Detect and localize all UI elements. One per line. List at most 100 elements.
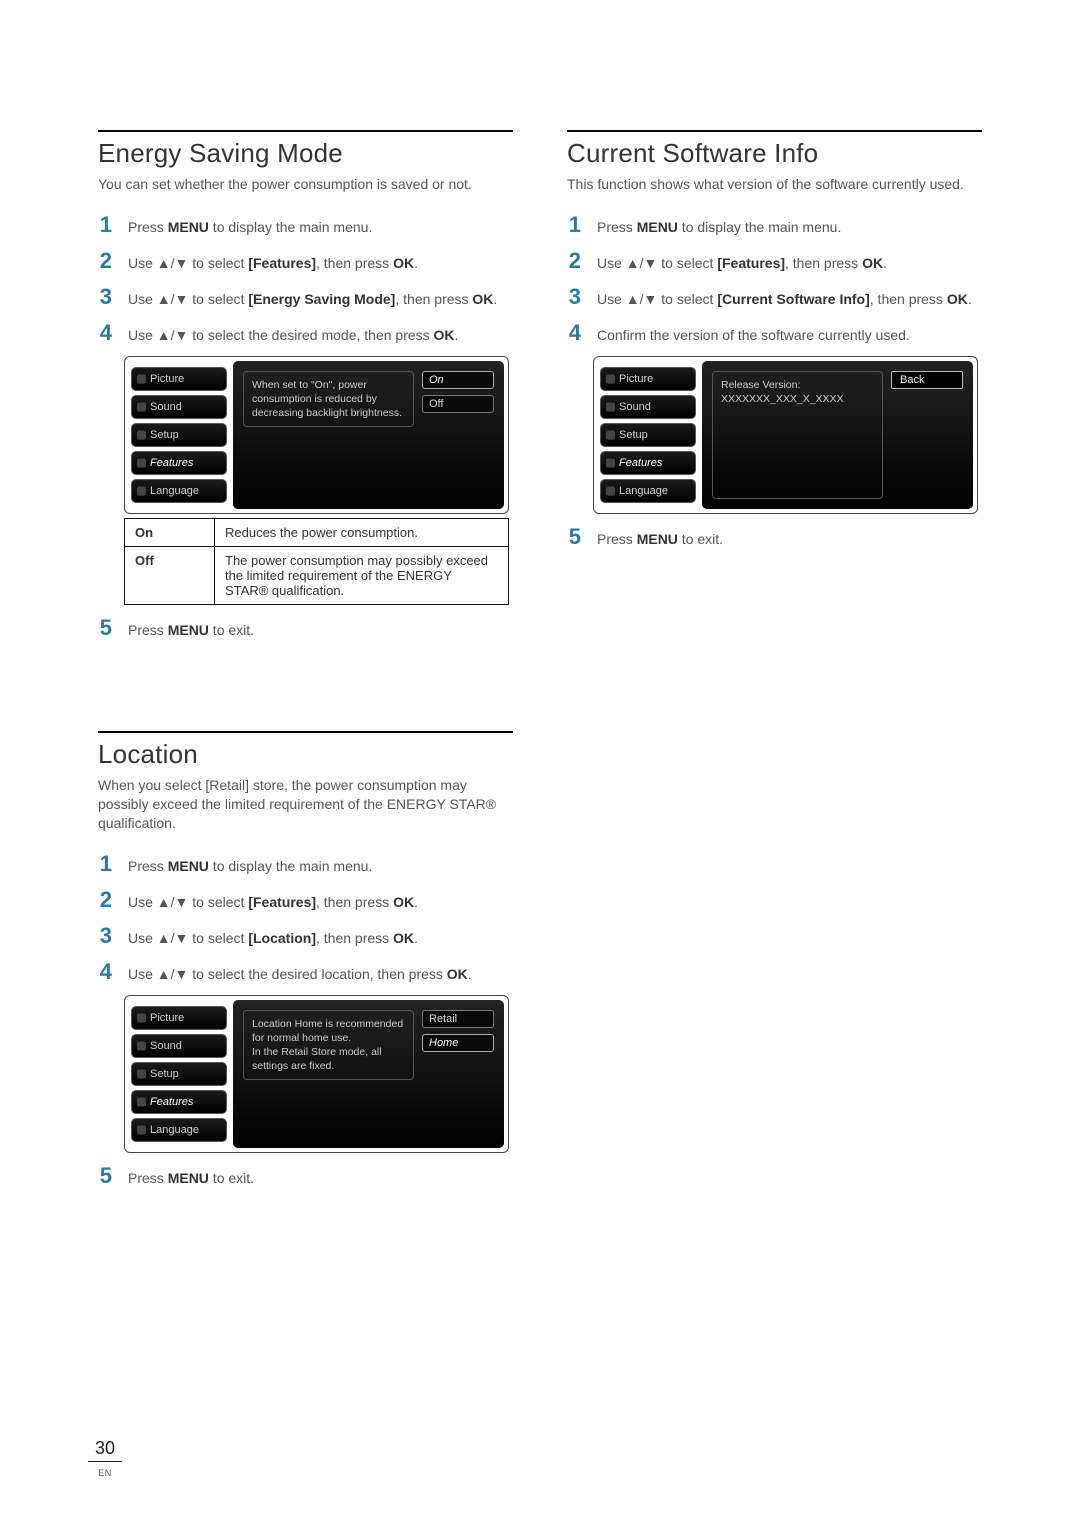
step-text: Press MENU to display the main menu. bbox=[597, 218, 841, 237]
features-kw: [Features] bbox=[248, 894, 316, 910]
menu-item-features[interactable]: Features bbox=[131, 1090, 227, 1114]
steps-energy: 1 Press MENU to display the main menu. 2… bbox=[98, 212, 513, 346]
ok-kw: OK bbox=[862, 255, 883, 271]
step-text: Use ▲/▼ to select [Current Software Info… bbox=[597, 290, 972, 309]
section-intro-csi: This function shows what version of the … bbox=[567, 175, 982, 194]
menu-item-sound[interactable]: Sound bbox=[600, 395, 696, 419]
square-icon bbox=[137, 1097, 146, 1106]
step-num: 4 bbox=[567, 320, 581, 346]
energy-table: On Reduces the power consumption. Off Th… bbox=[124, 518, 509, 605]
section-title-csi: Current Software Info bbox=[567, 138, 982, 169]
ok-kw: OK bbox=[472, 291, 493, 307]
t: Use bbox=[128, 291, 157, 307]
steps-energy-tail: 5 Press MENU to exit. bbox=[98, 615, 513, 641]
t: . bbox=[493, 291, 497, 307]
label: Language bbox=[150, 1124, 199, 1136]
step-num: 1 bbox=[98, 212, 112, 238]
t: to display the main menu. bbox=[209, 858, 372, 874]
label: Features bbox=[619, 457, 662, 469]
ok-kw: OK bbox=[447, 966, 468, 982]
arrows-icon: ▲/▼ bbox=[157, 327, 189, 343]
t: When you select bbox=[98, 777, 205, 793]
t: to select bbox=[188, 255, 248, 271]
cell-off-key: Off bbox=[125, 546, 215, 604]
section-title-energy: Energy Saving Mode bbox=[98, 138, 513, 169]
menu-item-sound[interactable]: Sound bbox=[131, 1034, 227, 1058]
square-icon bbox=[137, 1041, 146, 1050]
arrows-icon: ▲/▼ bbox=[157, 255, 189, 271]
cell-off-val: The power consumption may possibly excee… bbox=[215, 546, 509, 604]
t: Press bbox=[128, 219, 168, 235]
step-num: 2 bbox=[98, 887, 112, 913]
menu-item-setup[interactable]: Setup bbox=[131, 1062, 227, 1086]
square-icon bbox=[606, 486, 615, 495]
t: Use bbox=[597, 291, 626, 307]
menu-nav: Picture Sound Setup Features Language bbox=[598, 361, 698, 509]
option-retail[interactable]: Retail bbox=[422, 1010, 494, 1028]
option-home[interactable]: Home bbox=[422, 1034, 494, 1052]
t: . bbox=[414, 930, 418, 946]
t: Use bbox=[128, 255, 157, 271]
menu-nav: Picture Sound Setup Features Language bbox=[129, 361, 229, 509]
section-rule bbox=[98, 130, 513, 132]
arrows-icon: ▲/▼ bbox=[157, 966, 189, 982]
step-num: 1 bbox=[567, 212, 581, 238]
step-text: Press MENU to exit. bbox=[597, 530, 723, 549]
option-on[interactable]: On bbox=[422, 371, 494, 389]
t: Press bbox=[128, 858, 168, 874]
t: to exit. bbox=[209, 622, 254, 638]
step-text: Press MENU to display the main menu. bbox=[128, 218, 372, 237]
cell-on-val: Reduces the power consumption. bbox=[215, 518, 509, 546]
menu-description: Release Version: XXXXXXX_XXX_X_XXXX bbox=[712, 371, 883, 499]
cell-on-key: On bbox=[125, 518, 215, 546]
menu-item-features[interactable]: Features bbox=[600, 451, 696, 475]
back-button[interactable]: Back bbox=[891, 371, 963, 389]
t: Press bbox=[128, 622, 168, 638]
page-lang: EN bbox=[98, 1468, 112, 1478]
ok-kw: OK bbox=[393, 894, 414, 910]
table-row: Off The power consumption may possibly e… bbox=[125, 546, 509, 604]
step-num: 5 bbox=[98, 615, 112, 641]
t: . bbox=[883, 255, 887, 271]
t: to display the main menu. bbox=[209, 219, 372, 235]
arrows-icon: ▲/▼ bbox=[626, 291, 658, 307]
menu-item-sound[interactable]: Sound bbox=[131, 395, 227, 419]
menu-nav: Picture Sound Setup Features Language bbox=[129, 1000, 229, 1148]
menu-item-picture[interactable]: Picture bbox=[600, 367, 696, 391]
menu-kw: MENU bbox=[168, 858, 209, 874]
t: Use bbox=[128, 930, 157, 946]
square-icon bbox=[137, 1069, 146, 1078]
square-icon bbox=[137, 402, 146, 411]
step-num: 5 bbox=[98, 1163, 112, 1189]
option-off[interactable]: Off bbox=[422, 395, 494, 413]
ok-kw: OK bbox=[947, 291, 968, 307]
t: Use bbox=[597, 255, 626, 271]
menu-panel: Location Home is recommended for normal … bbox=[233, 1000, 504, 1148]
menu-screenshot-location: Picture Sound Setup Features Language Lo… bbox=[124, 995, 509, 1153]
arrows-icon: ▲/▼ bbox=[626, 255, 658, 271]
esm-kw: [Energy Saving Mode] bbox=[248, 291, 395, 307]
menu-item-setup[interactable]: Setup bbox=[600, 423, 696, 447]
menu-item-language[interactable]: Language bbox=[131, 479, 227, 503]
menu-item-features[interactable]: Features bbox=[131, 451, 227, 475]
square-icon bbox=[137, 486, 146, 495]
menu-panel: Release Version: XXXXXXX_XXX_X_XXXX Back bbox=[702, 361, 973, 509]
section-title-location: Location bbox=[98, 739, 513, 770]
t: to select bbox=[188, 894, 248, 910]
csi-kw: [Current Software Info] bbox=[717, 291, 869, 307]
step-text: Press MENU to exit. bbox=[128, 1169, 254, 1188]
t: , then press bbox=[316, 894, 393, 910]
menu-item-picture[interactable]: Picture bbox=[131, 367, 227, 391]
arrows-icon: ▲/▼ bbox=[157, 930, 189, 946]
menu-item-setup[interactable]: Setup bbox=[131, 423, 227, 447]
menu-item-picture[interactable]: Picture bbox=[131, 1006, 227, 1030]
square-icon bbox=[606, 458, 615, 467]
t: Use bbox=[128, 894, 157, 910]
features-kw: [Features] bbox=[248, 255, 316, 271]
menu-item-language[interactable]: Language bbox=[600, 479, 696, 503]
menu-item-language[interactable]: Language bbox=[131, 1118, 227, 1142]
step-num: 3 bbox=[98, 284, 112, 310]
t: , then press bbox=[316, 255, 393, 271]
square-icon bbox=[137, 430, 146, 439]
location-kw: [Location] bbox=[248, 930, 316, 946]
